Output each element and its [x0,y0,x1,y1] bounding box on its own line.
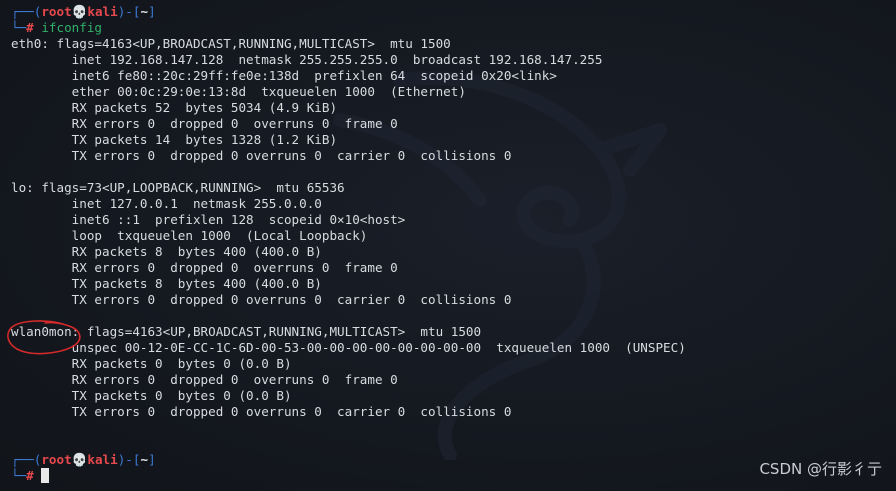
output-line: unspec 00-12-0E-CC-1C-6D-00-53-00-00-00-… [11,340,686,355]
prompt-hash: # [26,20,42,35]
skull-icon: 💀 [71,452,88,467]
prompt-corner: └─ [11,20,27,35]
output-line: TX packets 8 bytes 400 (400.0 B) [11,276,322,291]
prompt-bracket: ] [148,4,156,19]
prompt-user: root [41,452,72,467]
output-line: loop txqueuelen 1000 (Local Loopback) [11,228,368,243]
output-line: TX packets 14 bytes 1328 (1.2 KiB) [11,132,338,147]
output-line: inet 127.0.0.1 netmask 255.0.0.0 [11,196,322,211]
output-line: TX errors 0 dropped 0 overruns 0 carrier… [11,292,512,307]
output-line: TX errors 0 dropped 0 overruns 0 carrier… [11,404,512,419]
prompt-corner: ┌──( [11,452,42,467]
prompt-host: kali [87,4,118,19]
output-line: TX errors 0 dropped 0 overruns 0 carrier… [11,148,512,163]
output-line: inet6 ::1 prefixlen 128 scopeid 0×10<hos… [11,212,406,227]
output-line: eth0: flags=4163<UP,BROADCAST,RUNNING,MU… [11,36,451,51]
prompt-directory: ~ [140,4,149,19]
text-cursor[interactable] [41,468,50,483]
prompt-line-top: ┌──(root💀kali)-[~] [11,4,896,20]
output-line: RX packets 8 bytes 400 (400.0 B) [11,244,322,259]
prompt-bracket: ] [148,452,156,467]
prompt-hash: # [26,468,42,483]
typed-command: ifconfig [41,20,103,35]
output-line: inet 192.168.147.128 netmask 255.255.255… [11,52,603,67]
prompt-directory: ~ [140,452,149,467]
terminal-window[interactable]: ┌──(root💀kali)-[~] └─# ifconfig eth0: fl… [0,0,896,491]
output-line: inet6 fe80::20c:29ff:fe0e:138d prefixlen… [11,68,557,83]
prompt-corner: └─ [11,468,27,483]
csdn-watermark: CSDN @行影彳亍 [759,460,882,478]
terminal-output: ┌──(root💀kali)-[~] └─# ifconfig eth0: fl… [11,4,896,484]
output-line: RX packets 0 bytes 0 (0.0 B) [11,356,292,371]
output-line: ether 00:0c:29:0e:13:8d txqueuelen 1000 … [11,84,466,99]
command-output: eth0: flags=4163<UP,BROADCAST,RUNNING,MU… [11,36,896,452]
red-circle-annotation [7,320,81,355]
output-line: TX packets 0 bytes 0 (0.0 B) [11,388,292,403]
output-line: lo: flags=73<UP,LOOPBACK,RUNNING> mtu 65… [11,180,345,195]
output-line: wlan0mon: flags=4163<UP,BROADCAST,RUNNIN… [11,324,482,339]
output-line: RX packets 52 bytes 5034 (4.9 KiB) [11,100,338,115]
prompt-corner: ┌──( [11,4,42,19]
prompt-host: kali [87,452,118,467]
prompt-separator: )-[ [117,452,141,467]
output-line: RX errors 0 dropped 0 overruns 0 frame 0 [11,260,398,275]
command-line: └─# ifconfig [11,20,896,36]
prompt-user: root [41,4,72,19]
output-line: RX errors 0 dropped 0 overruns 0 frame 0 [11,116,398,131]
output-line: RX errors 0 dropped 0 overruns 0 frame 0 [11,372,398,387]
prompt-separator: )-[ [117,4,141,19]
skull-icon: 💀 [71,4,88,19]
